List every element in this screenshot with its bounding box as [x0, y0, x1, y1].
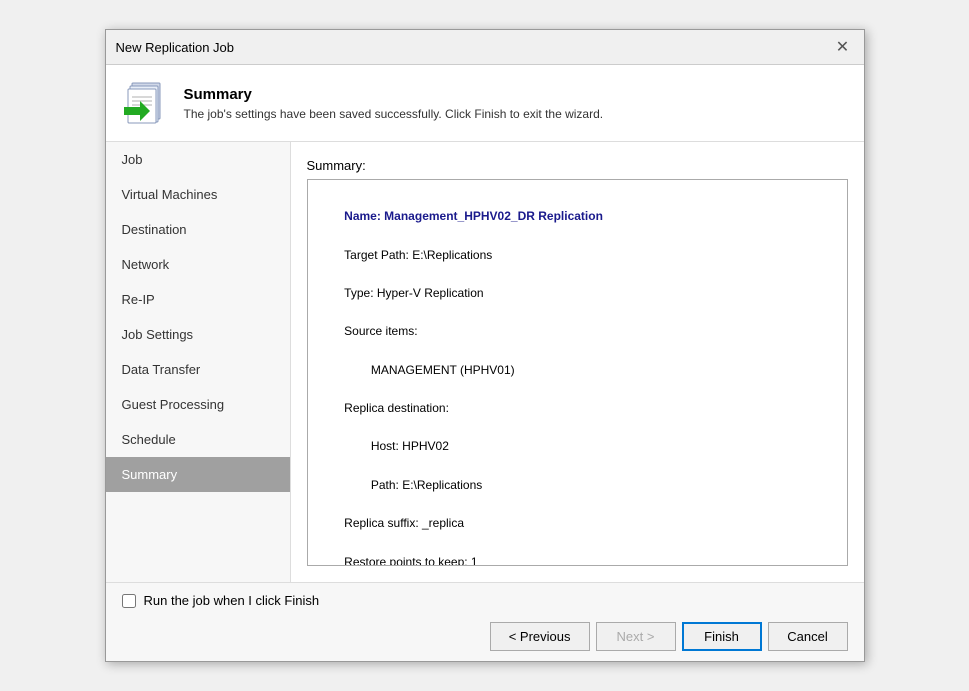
summary-line-6: Host: HPHV02 [344, 439, 449, 453]
sidebar-item-destination[interactable]: Destination [106, 212, 290, 247]
sidebar-item-job-settings[interactable]: Job Settings [106, 317, 290, 352]
sidebar-item-virtual-machines[interactable]: Virtual Machines [106, 177, 290, 212]
summary-line-0: Name: Management_HPHV02_DR Replication [344, 209, 603, 223]
header-title: Summary [184, 86, 604, 103]
next-button[interactable]: Next > [596, 622, 676, 651]
cancel-button[interactable]: Cancel [768, 622, 848, 651]
header-section: Summary The job's settings have been sav… [106, 65, 864, 142]
summary-line-9: Restore points to keep: 1 [344, 555, 477, 566]
sidebar-item-job[interactable]: Job [106, 142, 290, 177]
sidebar-item-schedule[interactable]: Schedule [106, 422, 290, 457]
sidebar-item-network[interactable]: Network [106, 247, 290, 282]
summary-line-4: MANAGEMENT (HPHV01) [344, 363, 514, 377]
footer-section: Run the job when I click Finish < Previo… [106, 582, 864, 661]
checkbox-row: Run the job when I click Finish [122, 593, 848, 608]
main-content: Summary: Name: Management_HPHV02_DR Repl… [291, 142, 864, 582]
run-on-finish-checkbox[interactable] [122, 594, 136, 608]
close-button[interactable]: ✕ [832, 36, 854, 58]
title-bar: New Replication Job ✕ [106, 30, 864, 65]
run-on-finish-label[interactable]: Run the job when I click Finish [144, 593, 320, 608]
sidebar: Job Virtual Machines Destination Network… [106, 142, 291, 582]
finish-button[interactable]: Finish [682, 622, 762, 651]
sidebar-item-guest-processing[interactable]: Guest Processing [106, 387, 290, 422]
summary-line-7: Path: E:\Replications [344, 478, 482, 492]
dialog-title: New Replication Job [116, 40, 235, 55]
body-section: Job Virtual Machines Destination Network… [106, 142, 864, 582]
previous-button[interactable]: < Previous [490, 622, 590, 651]
header-subtitle: The job's settings have been saved succe… [184, 107, 604, 121]
header-icon [122, 79, 170, 127]
new-replication-job-dialog: New Replication Job ✕ Summary The job's [105, 29, 865, 662]
header-text: Summary The job's settings have been sav… [184, 86, 604, 121]
summary-line-8: Replica suffix: _replica [344, 516, 464, 530]
summary-line-2: Type: Hyper-V Replication [344, 286, 483, 300]
summary-box: Name: Management_HPHV02_DR Replication T… [307, 179, 848, 566]
summary-line-3: Source items: [344, 324, 417, 338]
sidebar-item-data-transfer[interactable]: Data Transfer [106, 352, 290, 387]
summary-label: Summary: [307, 158, 848, 173]
summary-line-5: Replica destination: [344, 401, 449, 415]
button-row: < Previous Next > Finish Cancel [122, 622, 848, 651]
summary-line-1: Target Path: E:\Replications [344, 248, 492, 262]
sidebar-item-summary[interactable]: Summary [106, 457, 290, 492]
sidebar-item-re-ip[interactable]: Re-IP [106, 282, 290, 317]
